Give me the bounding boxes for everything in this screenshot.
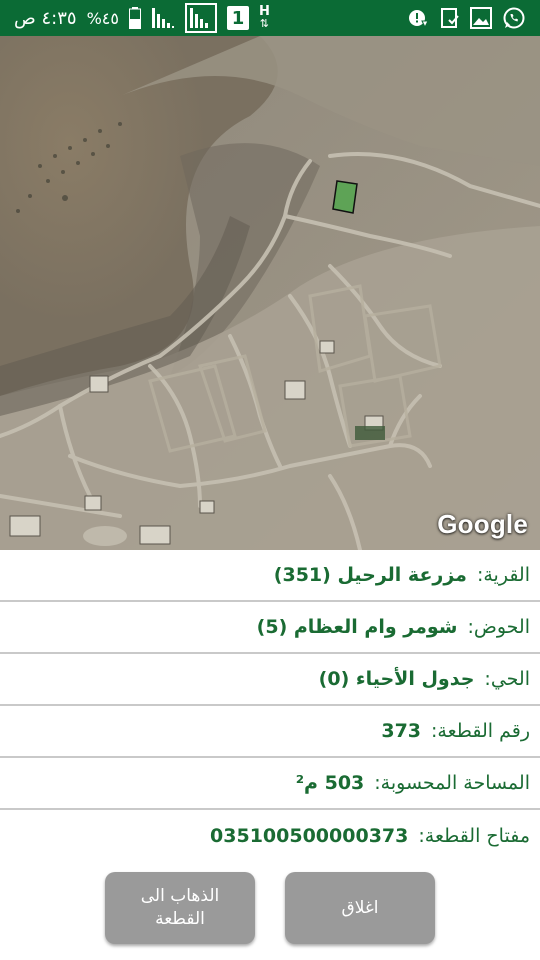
village-value: مزرعة الرحيل (351) [273,564,467,586]
neighborhood-value: جدول الأحياء (0) [318,668,475,690]
status-bar-left: ٤:٣٥ ص %٤٥ 1 H ⇅ [14,3,270,33]
satellite-map[interactable]: Google [0,36,540,550]
info-row-village: القرية: مزرعة الرحيل (351) [0,550,540,602]
data-arrows-icon: ⇅ [259,17,269,30]
status-bar-right [408,6,526,30]
battery-icon [128,7,141,29]
network-type: H ⇅ [259,5,270,30]
basin-label: الحوض: [467,616,530,638]
parcel-key-value: 035100500000373 [210,825,409,847]
map-imagery [0,36,540,550]
status-bar: ٤:٣٥ ص %٤٥ 1 H ⇅ [0,0,540,36]
info-row-parcel-number: رقم القطعة: 373 [0,706,540,758]
clock: ٤:٣٥ ص [14,7,77,29]
neighborhood-label: الحي: [484,668,530,690]
battery-percent: %٤٥ [86,8,119,28]
action-buttons: الذهاب الى القطعة اغلاق [0,872,540,944]
village-label: القرية: [476,564,530,586]
parcel-key-label: مفتاح القطعة: [418,825,530,847]
sim-badge: 1 [226,6,249,30]
parcel-info-list: القرية: مزرعة الرحيل (351) الحوض: شومر و… [0,550,540,862]
parcel-number-label: رقم القطعة: [431,720,530,742]
info-row-neighborhood: الحي: جدول الأحياء (0) [0,654,540,706]
clipboard-icon [440,7,460,29]
info-row-basin: الحوض: شومر وام العظام (5) [0,602,540,654]
basin-value: شومر وام العظام (5) [256,616,458,638]
go-to-parcel-button[interactable]: الذهاب الى القطعة [105,872,255,944]
parcel-polygon[interactable] [332,180,358,214]
signal-icon [151,6,175,30]
whatsapp-icon [502,6,526,30]
info-row-parcel-key: مفتاح القطعة: 035100500000373 [0,810,540,862]
parcel-number-value: 373 [381,720,422,742]
warning-notification-icon [408,7,430,29]
close-button[interactable]: اغلاق [285,872,435,944]
area-value: 503 م² [295,772,365,794]
info-row-area: المساحة المحسوبة: 503 م² [0,758,540,810]
gallery-icon [470,7,492,29]
sim-number: 1 [231,7,245,29]
signal-icon [184,3,217,33]
google-logo: Google [437,509,528,539]
area-label: المساحة المحسوبة: [374,772,530,794]
